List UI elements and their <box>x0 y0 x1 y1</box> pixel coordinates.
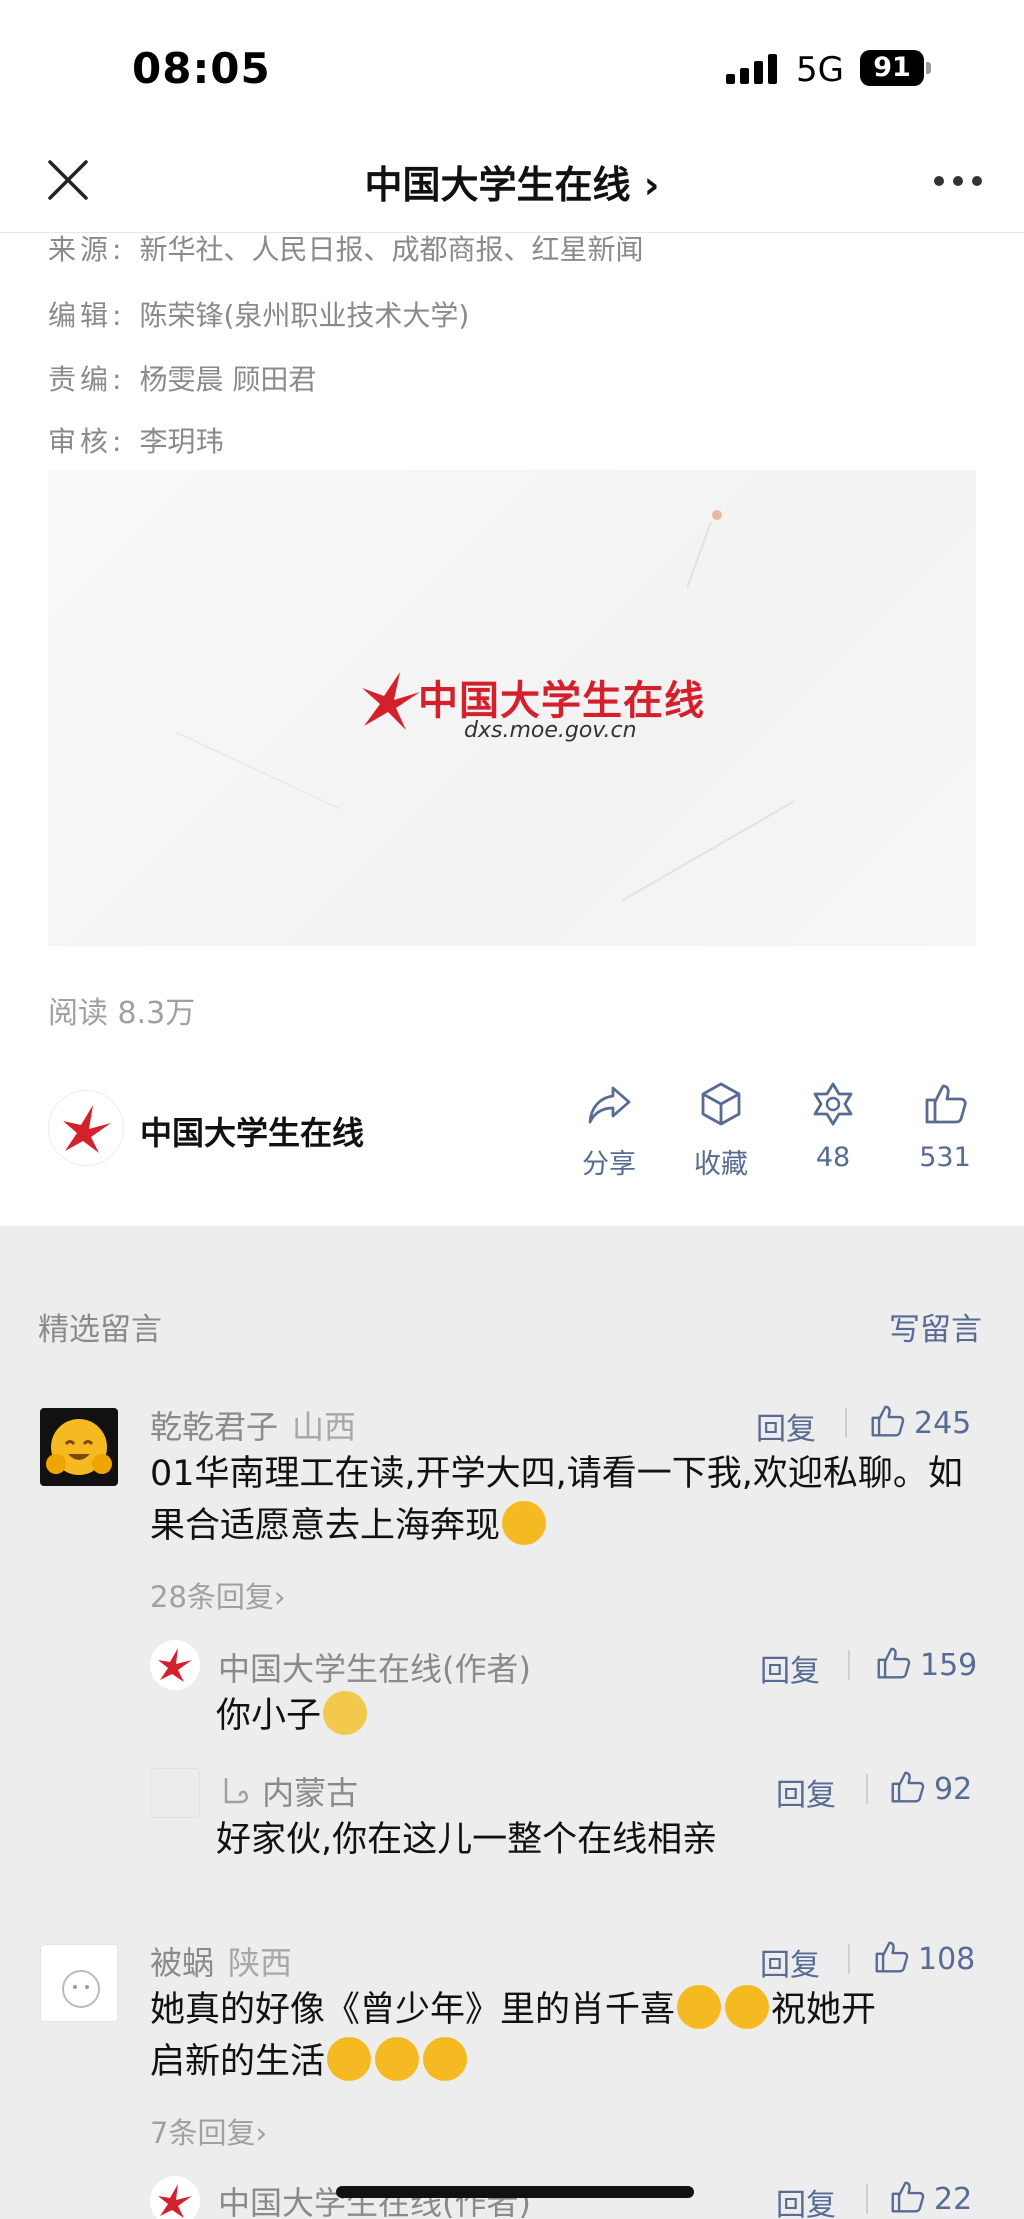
more-replies-link[interactable]: 7条回复› <box>150 2110 267 2152</box>
credit-source: 来源: 新华社、人民日报、成都商报、红星新闻 <box>48 233 644 266</box>
divider <box>848 1944 850 1974</box>
battery-tip <box>926 62 931 74</box>
comment-avatar[interactable] <box>40 1944 118 2022</box>
signal-icon <box>726 54 780 84</box>
reply-avatar[interactable] <box>150 1768 200 1818</box>
reply-author: 内蒙古 <box>218 1768 358 1814</box>
crying-emoji-icon <box>677 1985 722 2029</box>
emoji-icon <box>375 2037 420 2081</box>
thumbs-up-icon <box>875 1941 909 1973</box>
status-time: 08:05 <box>132 44 271 93</box>
like-button[interactable]: 531 <box>900 1080 990 1173</box>
thumbs-up-icon <box>891 1771 925 1803</box>
crying-emoji-icon <box>725 1985 770 2029</box>
reply-button[interactable]: 回复 <box>756 1404 816 1448</box>
home-indicator[interactable] <box>336 2186 694 2198</box>
comments-title: 精选留言 <box>38 1312 162 1348</box>
thumbs-up-icon <box>871 1405 905 1437</box>
write-comment-button[interactable]: 写留言 <box>889 1304 982 1349</box>
emoji-icon <box>327 2037 372 2081</box>
credit-editor: 编辑: 陈荣锋(泉州职业技术大学) <box>48 299 470 332</box>
comment-text: 她真的好像《曾少年》里的肖千喜 祝她开 启新的生活 <box>150 1984 990 2088</box>
wow-icon <box>813 1082 853 1126</box>
thumbs-up-icon <box>925 1084 967 1124</box>
battery-icon: 91 <box>860 50 924 86</box>
account-avatar[interactable] <box>48 1090 124 1166</box>
reply-button[interactable]: 回复 <box>776 2180 836 2219</box>
credit-chief-editor: 责编: 杨雯晨 顾田君 <box>48 363 317 396</box>
reply-like-button[interactable]: 92 <box>888 1768 972 1807</box>
account-title-link[interactable]: 中国大学生在线 › <box>0 154 1024 209</box>
wow-button[interactable]: 48 <box>788 1080 878 1173</box>
more-icon[interactable] <box>934 176 984 188</box>
divider <box>845 1408 847 1438</box>
reply-like-button[interactable]: 159 <box>874 1644 977 1683</box>
share-icon <box>588 1086 631 1124</box>
reply-text: 好家伙,你在这儿一整个在线相亲 <box>216 1820 718 1860</box>
emoji-icon <box>502 1501 547 1545</box>
reply-text: 你小子 <box>216 1690 956 1742</box>
favorite-button[interactable]: 收藏 <box>676 1080 766 1181</box>
comment-like-button[interactable]: 245 <box>868 1402 971 1441</box>
divider <box>866 2184 868 2214</box>
thumbs-up-icon <box>877 1647 911 1679</box>
divider <box>866 1774 868 1804</box>
read-count: 阅读 8.3万 <box>48 996 196 1031</box>
banner-logo: 中国大学生在线 dxs.moe.gov.cn <box>354 666 704 756</box>
reply-avatar[interactable] <box>150 2176 200 2219</box>
article-banner-image[interactable]: 中国大学生在线 dxs.moe.gov.cn <box>48 470 976 946</box>
reply-button[interactable]: 回复 <box>760 1940 820 1984</box>
emoji-icon <box>423 2037 468 2081</box>
divider <box>848 1650 850 1680</box>
comment-author: 被蜗 陕西 <box>150 1944 293 1982</box>
comment-avatar[interactable] <box>40 1408 118 1486</box>
network-label: 5G <box>796 50 844 90</box>
account-name[interactable]: 中国大学生在线 <box>140 1108 364 1154</box>
reply-author: 中国大学生在线(作者) <box>218 2184 531 2219</box>
reply-button[interactable]: 回复 <box>776 1770 836 1814</box>
logo-mark-icon <box>362 672 420 730</box>
comment-text: 01华南理工在读,开学大四,请看一下我,欢迎私聊。如果合适愿意去上海奔现 <box>150 1454 963 1546</box>
more-replies-link[interactable]: 28条回复› <box>150 1574 286 1616</box>
comment-like-button[interactable]: 108 <box>872 1938 975 1977</box>
comment-author: 乾乾君子 山西 <box>150 1408 357 1446</box>
reply-author: 中国大学生在线(作者) <box>218 1650 531 1688</box>
reply-arrow-icon <box>224 1778 248 1804</box>
reply-like-button[interactable]: 22 <box>888 2178 972 2217</box>
reply-avatar[interactable] <box>150 1640 200 1690</box>
reply-button[interactable]: 回复 <box>760 1646 820 1690</box>
cube-icon <box>701 1082 741 1126</box>
credit-reviewer: 审核: 李玥玮 <box>48 425 224 458</box>
doge-emoji-icon <box>323 1691 368 1735</box>
thumbs-up-icon <box>891 2181 925 2213</box>
share-button[interactable]: 分享 <box>564 1080 654 1181</box>
